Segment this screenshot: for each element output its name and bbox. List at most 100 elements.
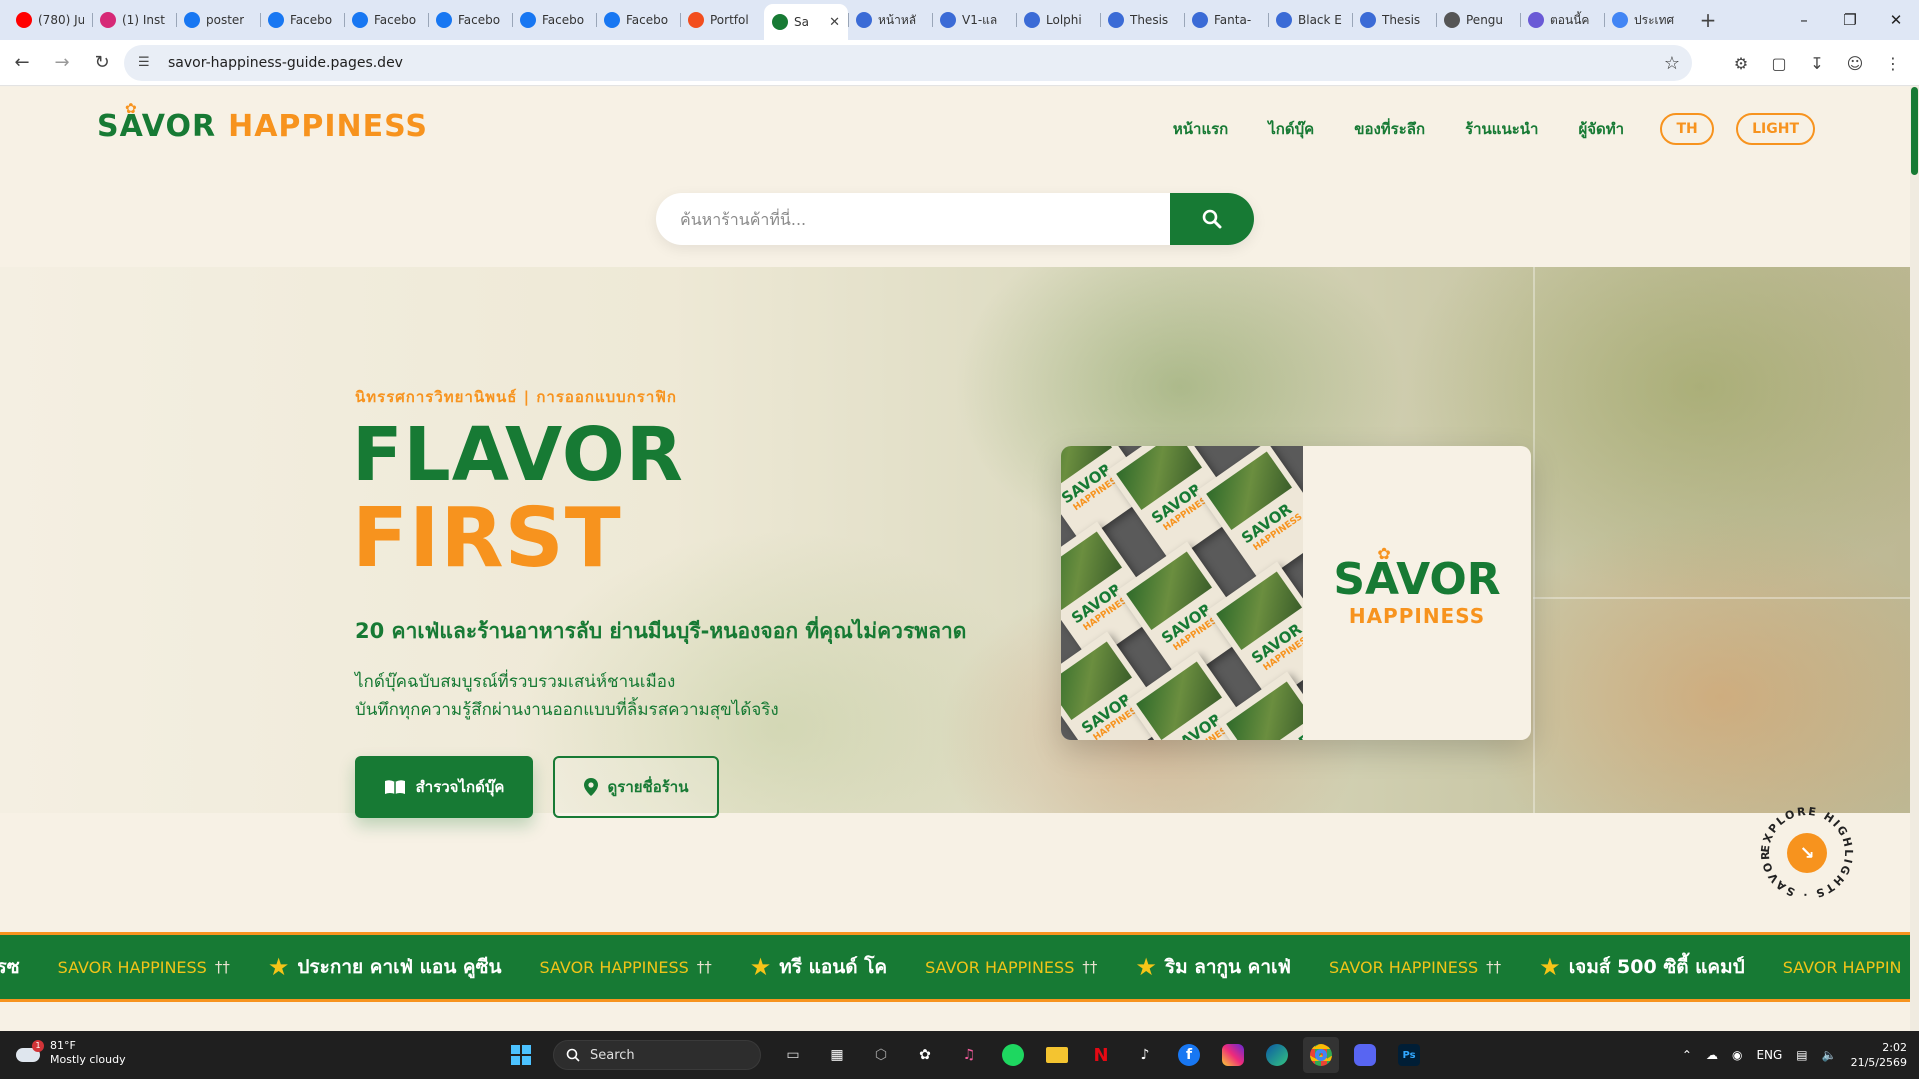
extensions-icon[interactable]: ⚙ bbox=[1723, 45, 1759, 81]
chevron-up-icon[interactable]: ⌃ bbox=[1682, 1048, 1692, 1062]
windows-start-icon[interactable] bbox=[503, 1037, 539, 1073]
weather-widget[interactable]: 1 81°F Mostly cloudy bbox=[14, 1039, 126, 1067]
download-icon[interactable]: ↧ bbox=[1799, 45, 1835, 81]
browser-tab[interactable]: Facebo bbox=[344, 4, 428, 36]
ticker-brand: SAVOR HAPPIN bbox=[1783, 958, 1902, 977]
search-button[interactable] bbox=[1170, 193, 1254, 245]
close-tab-icon[interactable]: ✕ bbox=[829, 15, 840, 30]
browser-tab[interactable]: V1-แล bbox=[932, 4, 1016, 36]
browser-tab[interactable]: Thesis bbox=[1352, 4, 1436, 36]
facebook-icon[interactable]: f bbox=[1171, 1037, 1207, 1073]
file-explorer-icon[interactable] bbox=[1039, 1037, 1075, 1073]
bookmark-star-icon[interactable]: ☆ bbox=[1664, 53, 1680, 74]
network-icon[interactable]: ▤ bbox=[1796, 1048, 1807, 1062]
browser-tab[interactable]: Lolphi bbox=[1016, 4, 1100, 36]
spotify-icon[interactable] bbox=[995, 1037, 1031, 1073]
forward-icon[interactable]: → bbox=[44, 45, 80, 81]
close-window-icon[interactable]: ✕ bbox=[1873, 0, 1919, 40]
nav-home[interactable]: หน้าแรก bbox=[1173, 117, 1228, 141]
taskbar-search[interactable]: Search bbox=[553, 1040, 761, 1070]
weather-desc: Mostly cloudy bbox=[50, 1053, 126, 1066]
task-view-icon[interactable]: ▭ bbox=[775, 1037, 811, 1073]
nav-creators[interactable]: ผู้จัดทำ bbox=[1578, 117, 1624, 141]
ticker-item[interactable]: ★ เจมส์ 500 ซิตี้ แคมป์ bbox=[1539, 952, 1745, 982]
tab-title: (1) Inst bbox=[122, 13, 165, 27]
language-toggle[interactable]: TH bbox=[1660, 113, 1715, 145]
tab-title: Facebo bbox=[374, 13, 417, 27]
fork-knife-icon: †† bbox=[696, 958, 712, 976]
site-info-icon[interactable]: ☰ bbox=[138, 55, 154, 71]
site-logo[interactable]: ✿ SAVOR HAPPINESS bbox=[97, 101, 428, 144]
theme-toggle[interactable]: LIGHT bbox=[1736, 113, 1815, 145]
nav-souvenirs[interactable]: ของที่ระลึก bbox=[1354, 117, 1425, 141]
browser-tab[interactable]: (780) Ju bbox=[8, 4, 92, 36]
volume-icon[interactable]: 🔈 bbox=[1822, 1048, 1837, 1062]
back-icon[interactable]: ← bbox=[4, 45, 40, 81]
browser-tab[interactable]: หน้าหลั bbox=[848, 4, 932, 36]
address-bar[interactable]: ☰ savor-happiness-guide.pages.dev ☆ bbox=[124, 45, 1692, 81]
chrome-icon[interactable] bbox=[1303, 1037, 1339, 1073]
input-language[interactable]: ENG bbox=[1756, 1048, 1782, 1062]
tiktok-icon[interactable]: ♪ bbox=[1127, 1037, 1163, 1073]
tab-title: Fanta- bbox=[1214, 13, 1252, 27]
nav-guidebook[interactable]: ไกด์บุ๊ค bbox=[1268, 117, 1314, 141]
browser-tab[interactable]: poster bbox=[176, 4, 260, 36]
cast-icon[interactable]: ▢ bbox=[1761, 45, 1797, 81]
explore-highlights-badge[interactable]: EXPLORE HIGHLIGHTS · SAVOR · ↘ bbox=[1754, 793, 1857, 903]
browser-tab[interactable]: Portfol bbox=[680, 4, 764, 36]
browser-tab[interactable]: (1) Inst bbox=[92, 4, 176, 36]
windows-taskbar: 1 81°F Mostly cloudy Search ▭ ▦ ⬡ ✿ ♫ N … bbox=[0, 1031, 1919, 1079]
scrollbar-thumb[interactable] bbox=[1911, 87, 1918, 175]
toolbar-actions: ⚙ ▢ ↧ ☺ ⋮ bbox=[1723, 45, 1911, 81]
browser-tab[interactable]: Thesis bbox=[1100, 4, 1184, 36]
edge-icon[interactable] bbox=[1259, 1037, 1295, 1073]
search-input[interactable] bbox=[680, 205, 1160, 233]
globe-icon bbox=[1192, 12, 1208, 28]
menu-icon[interactable]: ⋮ bbox=[1875, 45, 1911, 81]
minimize-icon[interactable]: – bbox=[1781, 0, 1827, 40]
globe-icon bbox=[1024, 12, 1040, 28]
discord-icon[interactable] bbox=[1347, 1037, 1383, 1073]
hero-description: ไกด์บุ๊คฉบับสมบูรณ์ที่รวบรวมเสน่ห์ชานเมื… bbox=[355, 668, 779, 724]
main-nav: หน้าแรก ไกด์บุ๊ค ของที่ระลึก ร้านแนะนำ ผ… bbox=[1133, 113, 1815, 145]
star-icon: ★ bbox=[1135, 953, 1157, 981]
browser-tab[interactable]: ตอนนี้ค bbox=[1520, 4, 1604, 36]
netflix-icon[interactable]: N bbox=[1083, 1037, 1119, 1073]
ticker-item[interactable]: ★ ริม ลากูน คาเฟ่ bbox=[1135, 952, 1291, 982]
app-icon[interactable]: ⬡ bbox=[863, 1037, 899, 1073]
arrow-down-right-icon: ↘ bbox=[1787, 833, 1827, 873]
browser-tab[interactable]: Facebo bbox=[596, 4, 680, 36]
browser-tab[interactable]: Sa ✕ bbox=[764, 4, 848, 40]
browser-tab[interactable]: ประเทศ bbox=[1604, 4, 1688, 36]
profile-icon[interactable]: ☺ bbox=[1837, 45, 1873, 81]
browser-tab[interactable]: Facebo bbox=[428, 4, 512, 36]
instagram-icon[interactable] bbox=[1215, 1037, 1251, 1073]
hero-eyebrow: นิทรรศการวิทยานิพนธ์ | การออกแบบกราฟิก bbox=[355, 388, 677, 406]
reload-icon[interactable]: ↻ bbox=[84, 45, 120, 81]
photoshop-icon[interactable]: Ps bbox=[1391, 1037, 1427, 1073]
cloud-sync-icon[interactable]: ☁ bbox=[1706, 1048, 1718, 1062]
ticker-brand-text: SAVOR HAPPINESS bbox=[57, 957, 207, 977]
restore-icon[interactable]: ❐ bbox=[1827, 0, 1873, 40]
new-tab-button[interactable]: + bbox=[1694, 8, 1722, 32]
clock[interactable]: 2:02 21/5/2569 bbox=[1851, 1040, 1907, 1070]
discord-tray-icon[interactable]: ◉ bbox=[1732, 1048, 1742, 1062]
browser-tab[interactable]: Facebo bbox=[260, 4, 344, 36]
browser-tab[interactable]: Facebo bbox=[512, 4, 596, 36]
itunes-icon[interactable]: ♫ bbox=[951, 1037, 987, 1073]
ticker-item[interactable]: ★ ประกาย คาเฟ่ แอน คูซีน bbox=[268, 952, 502, 982]
fork-knife-icon: †† bbox=[214, 958, 230, 976]
browser-tab[interactable]: Fanta- bbox=[1184, 4, 1268, 36]
tab-title: Facebo bbox=[626, 13, 669, 27]
store-icon[interactable]: ▦ bbox=[819, 1037, 855, 1073]
explore-guidebook-button[interactable]: สำรวจไกด์บุ๊ค bbox=[355, 756, 533, 818]
ticker-item[interactable]: ★ ทรี แอนด์ โค bbox=[750, 952, 887, 982]
view-shops-button[interactable]: ดูรายชื่อร้าน bbox=[553, 756, 719, 818]
page-scrollbar[interactable] bbox=[1910, 87, 1919, 1031]
chatgpt-icon[interactable]: ✿ bbox=[907, 1037, 943, 1073]
tab-title: (780) Ju bbox=[38, 13, 84, 27]
browser-tab[interactable]: Pengu bbox=[1436, 4, 1520, 36]
browser-tab[interactable]: Black E bbox=[1268, 4, 1352, 36]
nav-recommended[interactable]: ร้านแนะนำ bbox=[1465, 117, 1538, 141]
star-icon: ★ bbox=[749, 953, 772, 981]
